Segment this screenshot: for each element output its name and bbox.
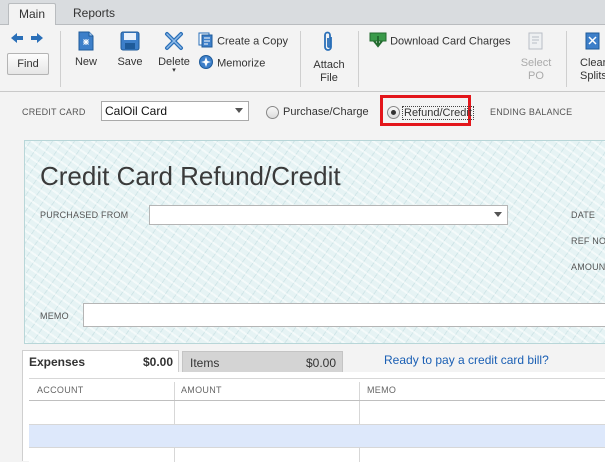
create-copy-label: Create a Copy bbox=[217, 35, 288, 48]
toolbar-separator bbox=[566, 31, 567, 87]
date-label: DATE bbox=[571, 210, 596, 220]
ref-no-label: REF NO bbox=[571, 236, 605, 246]
table-row[interactable] bbox=[29, 425, 605, 447]
chevron-down-icon bbox=[235, 108, 243, 113]
toolbar: Find New Save Delete ▾ Create a Copy Mem… bbox=[0, 25, 605, 92]
download-icon bbox=[369, 32, 387, 51]
clear-splits-button[interactable]: Clear Splits bbox=[580, 31, 605, 83]
save-disk-icon bbox=[114, 31, 146, 54]
radio-refund-credit[interactable] bbox=[387, 106, 400, 119]
paperclip-icon bbox=[310, 31, 348, 57]
expenses-amount: $0.00 bbox=[142, 355, 173, 369]
tab-expenses[interactable]: Expenses $0.00 bbox=[22, 350, 179, 373]
select-po-button[interactable]: Select PO bbox=[518, 31, 554, 83]
purchased-from-label: PURCHASED FROM bbox=[40, 210, 129, 220]
find-button[interactable]: Find bbox=[7, 53, 49, 75]
memorize-button[interactable]: Memorize bbox=[198, 54, 265, 73]
previous-arrow-icon[interactable] bbox=[10, 32, 24, 47]
toolbar-separator bbox=[358, 31, 359, 87]
table-row[interactable] bbox=[29, 448, 605, 462]
save-button[interactable]: Save bbox=[114, 31, 146, 68]
download-label: Download Card Charges bbox=[390, 35, 511, 48]
radio-purchase-charge[interactable] bbox=[266, 106, 279, 119]
credit-card-value: CalOil Card bbox=[105, 104, 168, 118]
next-arrow-icon[interactable] bbox=[30, 32, 44, 47]
download-card-charges-button[interactable]: Download Card Charges bbox=[369, 32, 511, 51]
purchase-charge-label: Purchase/Charge bbox=[283, 106, 369, 118]
create-copy-button[interactable]: Create a Copy bbox=[198, 32, 288, 51]
save-label: Save bbox=[117, 56, 143, 68]
select-po-label-line2: PO bbox=[528, 70, 544, 82]
attach-file-button[interactable]: Attach File bbox=[310, 31, 348, 85]
memo-label: MEMO bbox=[40, 311, 69, 321]
toolbar-separator bbox=[300, 31, 301, 87]
memorize-label: Memorize bbox=[217, 57, 266, 70]
column-header-memo: MEMO bbox=[367, 385, 397, 395]
items-amount: $0.00 bbox=[305, 356, 336, 370]
toolbar-separator bbox=[60, 31, 61, 87]
chevron-down-icon bbox=[494, 212, 502, 217]
credit-card-label: CREDIT CARD bbox=[22, 107, 86, 117]
delete-x-icon bbox=[156, 31, 192, 54]
delete-button[interactable]: Delete ▾ bbox=[156, 31, 192, 74]
delete-dropdown-caret-icon[interactable]: ▾ bbox=[156, 67, 192, 74]
form-title: Credit Card Refund/Credit bbox=[40, 161, 341, 191]
new-document-icon bbox=[70, 31, 102, 54]
column-header-account: ACCOUNT bbox=[37, 385, 84, 395]
memo-input[interactable] bbox=[83, 303, 605, 327]
amount-label: AMOUN bbox=[571, 262, 605, 272]
clear-splits-icon bbox=[584, 31, 605, 55]
column-header-amount: AMOUNT bbox=[181, 385, 222, 395]
clear-splits-label-line2: Splits bbox=[580, 70, 605, 82]
ending-balance-label: ENDING BALANCE bbox=[490, 107, 573, 117]
credit-card-form: Credit Card Refund/Credit PURCHASED FROM… bbox=[24, 140, 605, 344]
select-po-label-line1: Select bbox=[520, 57, 552, 69]
purchased-from-dropdown[interactable] bbox=[149, 205, 508, 225]
refund-credit-label: Refund/Credit bbox=[402, 106, 474, 120]
tab-reports[interactable]: Reports bbox=[64, 3, 124, 24]
ribbon-tab-strip: Main Reports bbox=[0, 0, 605, 25]
new-button[interactable]: New bbox=[70, 31, 102, 68]
card-selection-row: CREDIT CARD CalOil Card Purchase/Charge … bbox=[0, 92, 605, 132]
attach-label-line2: File bbox=[320, 72, 338, 84]
new-label: New bbox=[74, 56, 97, 68]
tab-main[interactable]: Main bbox=[8, 3, 56, 25]
memorize-icon bbox=[198, 54, 214, 73]
table-row[interactable] bbox=[29, 401, 605, 424]
clear-splits-label-line1: Clear bbox=[580, 57, 605, 69]
select-po-icon bbox=[518, 31, 554, 55]
credit-card-dropdown[interactable]: CalOil Card bbox=[101, 101, 249, 121]
expenses-grid: ACCOUNT AMOUNT MEMO bbox=[29, 378, 605, 462]
copy-icon bbox=[198, 32, 214, 51]
tab-items[interactable]: Items $0.00 bbox=[182, 351, 343, 374]
attach-label-line1: Attach bbox=[313, 59, 345, 71]
items-label: Items bbox=[190, 356, 220, 370]
pay-credit-card-bill-link[interactable]: Ready to pay a credit card bill? bbox=[384, 353, 549, 367]
expenses-label: Expenses bbox=[29, 355, 86, 369]
